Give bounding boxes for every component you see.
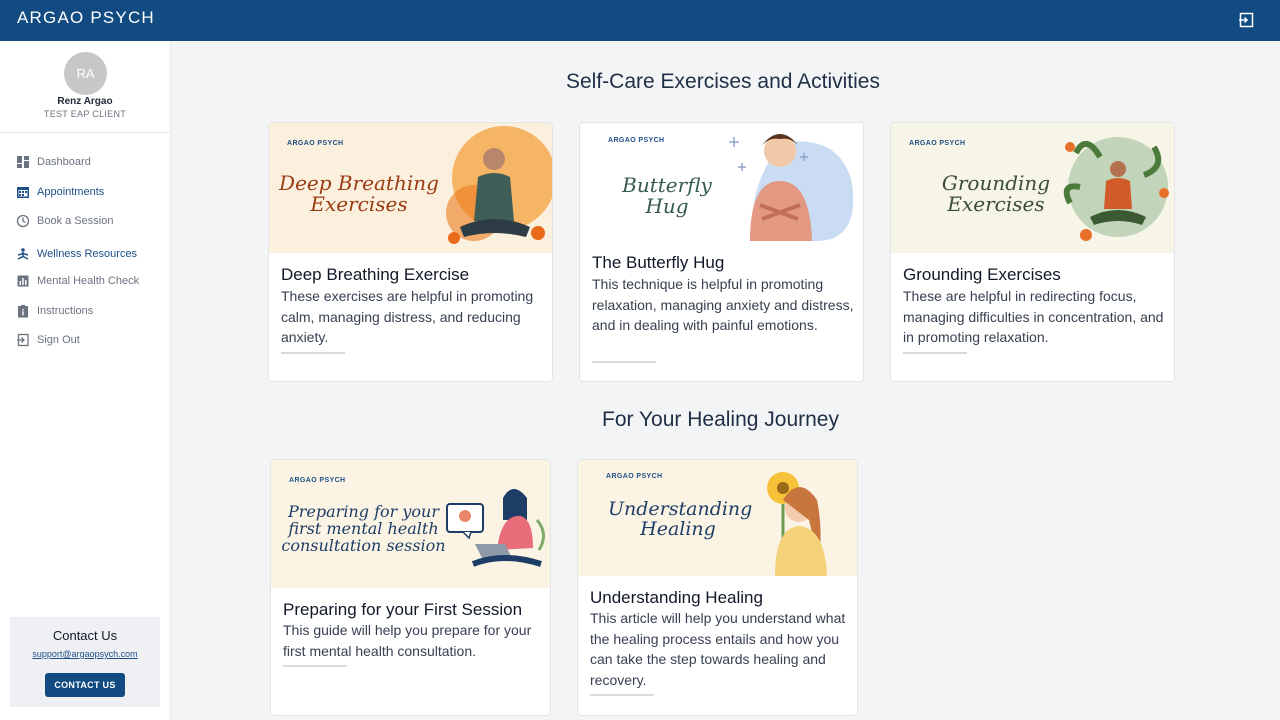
contact-email-link[interactable]: support@argaopsych.com: [10, 649, 160, 659]
card-divider: [283, 665, 347, 667]
logout-icon: [17, 333, 29, 347]
section-title-healing-journey: For Your Healing Journey: [602, 408, 839, 431]
card-image: ARGAO PSYCH Preparing for your first men…: [271, 460, 550, 588]
card-title: Grounding Exercises: [903, 265, 1061, 284]
sidebar-item-label: Wellness Resources: [37, 248, 138, 260]
card-title: Understanding Healing: [590, 588, 763, 607]
image-title-text: Grounding Exercises: [941, 171, 1051, 216]
sidebar-item-label: Dashboard: [37, 156, 91, 168]
image-brand-text: ARGAO PSYCH: [608, 137, 665, 144]
meditation-illustration: [446, 126, 552, 244]
sidebar-item-label: Mental Health Check: [37, 275, 140, 287]
sidebar-item-wellness-resources[interactable]: Wellness Resources: [16, 244, 137, 264]
image-title-text: Understanding Healing: [608, 498, 753, 540]
image-brand-text: ARGAO PSYCH: [606, 473, 663, 480]
image-brand-text: ARGAO PSYCH: [287, 140, 344, 147]
clipboard-icon: [18, 305, 28, 318]
card-deep-breathing[interactable]: ARGAO PSYCH Deep Breathing Exercises Dee…: [268, 122, 553, 382]
card-preparing-first-session[interactable]: ARGAO PSYCH Preparing for your first men…: [270, 459, 551, 716]
user-role: TEST EAP CLIENT: [43, 109, 127, 119]
meditation-icon: [17, 248, 29, 260]
sidebar-item-label: Sign Out: [37, 334, 80, 346]
contact-box: Contact Us support@argaopsych.com CONTAC…: [10, 617, 160, 707]
sidebar-item-appointments[interactable]: Appointments: [16, 182, 104, 202]
contact-title: Contact Us: [52, 628, 118, 643]
card-image: ARGAO PSYCH Understanding Healing: [578, 460, 857, 576]
card-description: This article will help you understand wh…: [590, 610, 846, 689]
card-divider: [592, 361, 656, 363]
logout-icon[interactable]: [1238, 11, 1256, 29]
sidebar-item-sign-out[interactable]: Sign Out: [16, 330, 80, 350]
clock-icon: [16, 214, 30, 228]
card-title: Deep Breathing Exercise: [281, 265, 470, 284]
card-understanding-healing[interactable]: ARGAO PSYCH Understanding Healing Unders…: [577, 459, 858, 716]
grounding-illustration: [1063, 137, 1169, 241]
chart-icon: [17, 275, 29, 287]
consultation-illustration: [446, 489, 545, 567]
butterfly-hug-illustration: [729, 134, 854, 241]
dashboard-icon: [17, 156, 29, 168]
card-image: ARGAO PSYCH Grounding Exercises: [891, 123, 1174, 253]
card-description: This guide will help you prepare for you…: [283, 622, 532, 659]
card-description: These are helpful in redirecting focus, …: [903, 288, 1164, 346]
contact-us-button[interactable]: CONTACT US: [45, 673, 125, 697]
image-brand-text: ARGAO PSYCH: [909, 140, 966, 147]
sidebar-item-instructions[interactable]: Instructions: [16, 301, 93, 321]
avatar[interactable]: RA: [64, 52, 107, 95]
sidebar: RA Renz Argao TEST EAP CLIENT Dashboard …: [0, 41, 171, 720]
calendar-icon: [17, 187, 29, 198]
card-butterfly-hug[interactable]: ARGAO PSYCH Butterfly Hug The Butterfly …: [579, 122, 864, 382]
card-description: This technique is helpful in promoting r…: [592, 276, 854, 334]
card-grounding-exercises[interactable]: ARGAO PSYCH Grounding Exercises Groundin…: [890, 122, 1175, 382]
sidebar-item-mental-health-check[interactable]: Mental Health Check: [16, 271, 139, 291]
healing-illustration: [767, 472, 827, 576]
card-divider: [590, 694, 654, 696]
image-title-text: Preparing for your first mental health c…: [281, 502, 446, 555]
card-image: ARGAO PSYCH Butterfly Hug: [580, 123, 863, 241]
image-brand-text: ARGAO PSYCH: [289, 477, 346, 484]
card-title: The Butterfly Hug: [592, 253, 725, 272]
user-name: Renz Argao: [57, 96, 113, 107]
card-divider: [281, 352, 345, 354]
image-title-text: Butterfly Hug: [622, 173, 712, 218]
top-bar: ARGAO PSYCH: [0, 0, 1280, 41]
sidebar-item-book-session[interactable]: Book a Session: [16, 211, 113, 231]
section-title-self-care: Self-Care Exercises and Activities: [566, 70, 880, 93]
sidebar-divider: [0, 132, 170, 133]
card-title: Preparing for your First Session: [283, 600, 523, 619]
image-title-text: Deep Breathing Exercises: [279, 171, 439, 216]
brand-logo[interactable]: ARGAO PSYCH: [17, 8, 155, 28]
sidebar-item-label: Instructions: [37, 305, 94, 317]
card-description: These exercises are helpful in promoting…: [281, 288, 534, 346]
sidebar-item-dashboard[interactable]: Dashboard: [16, 152, 91, 172]
card-image: ARGAO PSYCH Deep Breathing Exercises: [269, 123, 552, 253]
sidebar-item-label: Appointments: [37, 186, 105, 198]
sidebar-item-label: Book a Session: [37, 215, 114, 227]
card-divider: [903, 352, 967, 354]
